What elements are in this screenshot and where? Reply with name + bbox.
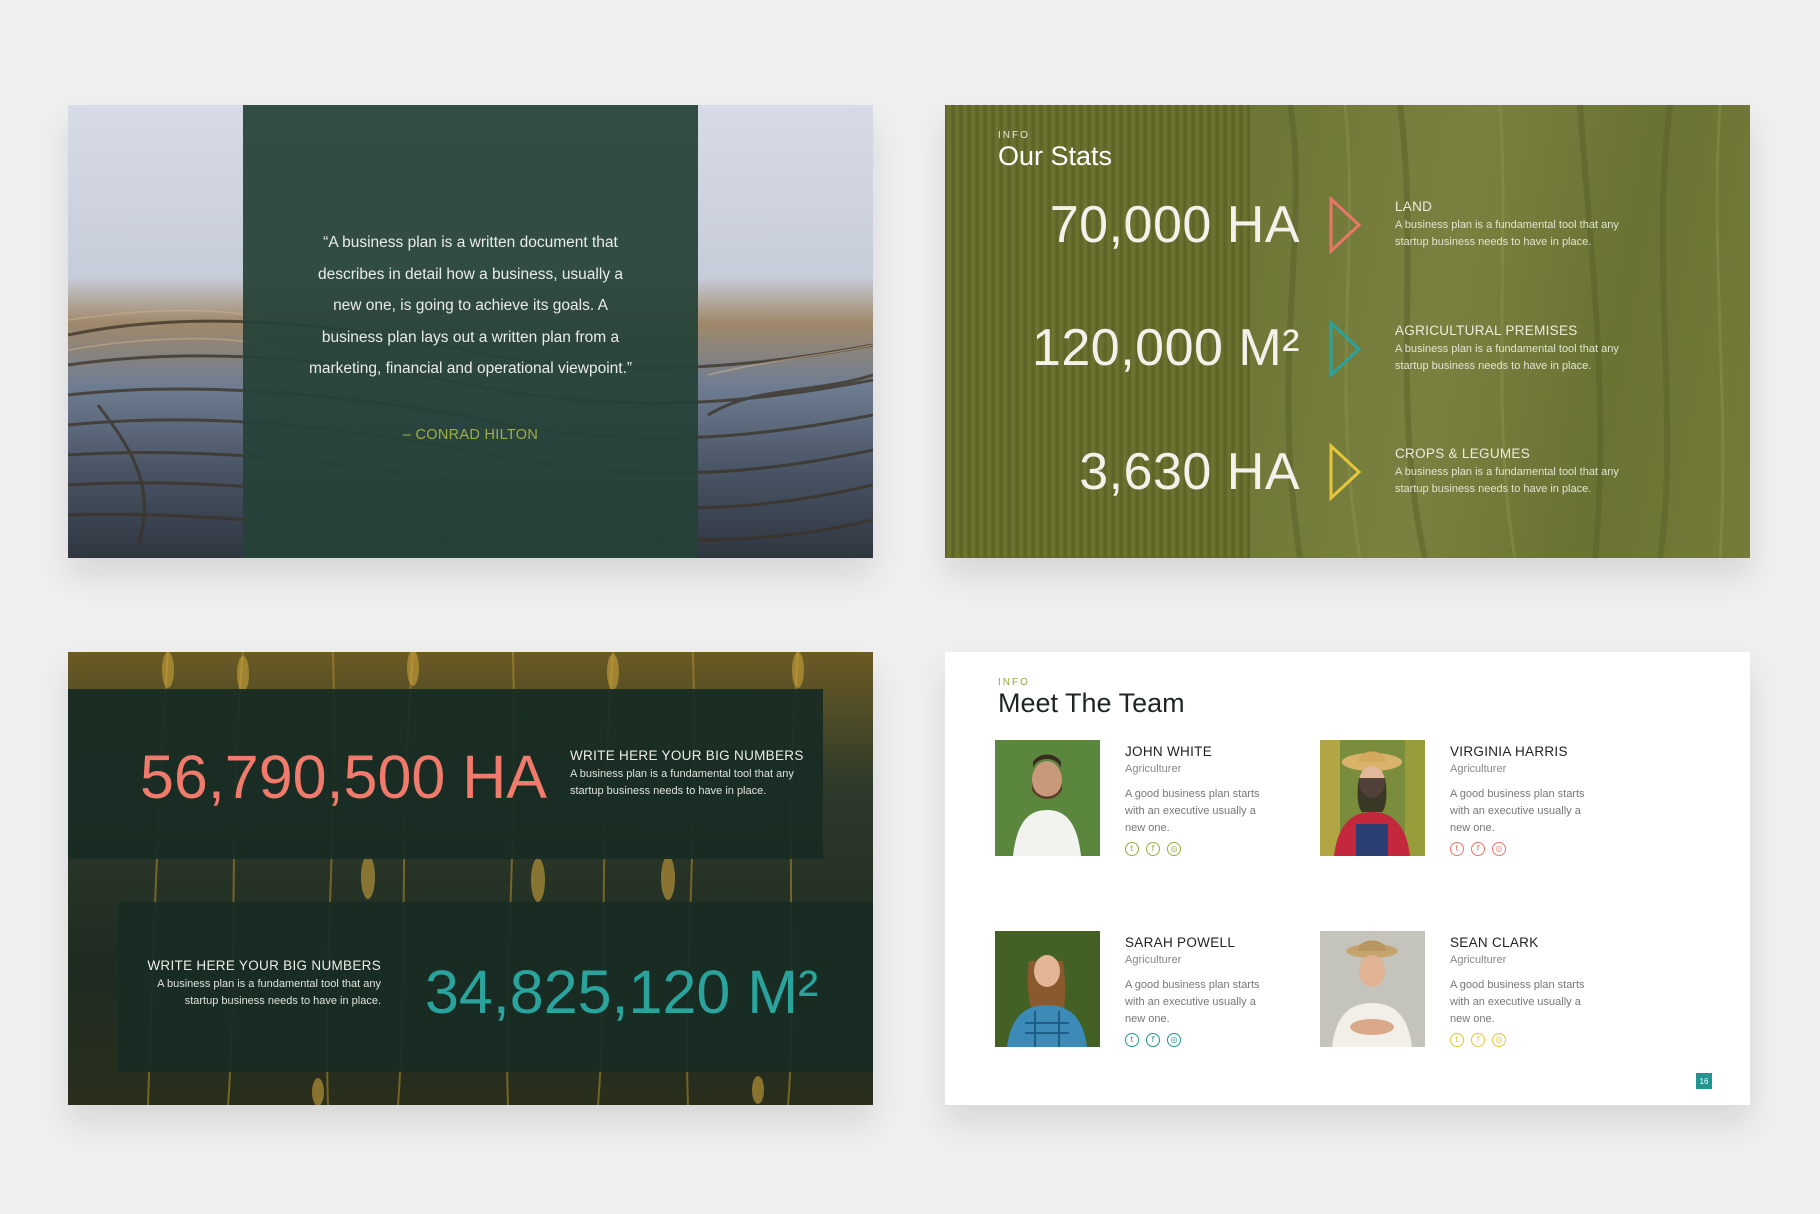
facebook-icon[interactable]: f	[1146, 1033, 1160, 1047]
team-member-name: SARAH POWELL	[1125, 935, 1236, 950]
twitter-icon[interactable]: t	[1125, 842, 1139, 856]
twitter-icon[interactable]: t	[1450, 1033, 1464, 1047]
team-member-role: Agriculturer	[1125, 954, 1182, 966]
stat-number: 120,000 M²	[1031, 319, 1300, 377]
stat-desc: A business plan is a fundamental tool th…	[1395, 219, 1619, 248]
team-member-photo	[1320, 931, 1425, 1047]
instagram-icon[interactable]: ◎	[1492, 1033, 1506, 1047]
big-number-primary: 56,790,500 HA	[140, 743, 547, 811]
team-member-photo	[1320, 740, 1425, 856]
stat-desc: A business plan is a fundamental tool th…	[1395, 343, 1619, 372]
big-numbers-slide[interactable]: 56,790,500 HA WRITE HERE YOUR BIG NUMBER…	[68, 652, 873, 1105]
social-links: t f ◎	[1125, 1033, 1181, 1047]
page-number: 16	[1696, 1073, 1712, 1089]
instagram-icon[interactable]: ◎	[1167, 1033, 1181, 1047]
quote-text: “A business plan is a written document t…	[308, 234, 633, 377]
stats-title: Our Stats	[998, 141, 1113, 171]
big-number-heading: WRITE HERE YOUR BIG NUMBERS	[570, 748, 804, 763]
instagram-icon[interactable]: ◎	[1167, 842, 1181, 856]
team-member-name: VIRGINIA HARRIS	[1450, 744, 1568, 759]
big-number-desc: A business plan is a fundamental tool th…	[570, 768, 794, 797]
facebook-icon[interactable]: f	[1471, 842, 1485, 856]
team-member-card: VIRGINIA HARRIS Agriculturer A good busi…	[1320, 740, 1640, 860]
team-member-name: SEAN CLARK	[1450, 935, 1539, 950]
team-member-desc: A good business plan starts with an exec…	[1125, 979, 1260, 1025]
team-member-card: JOHN WHITE Agriculturer A good business …	[995, 740, 1315, 860]
team-member-photo	[995, 931, 1100, 1047]
team-eyebrow: INFO	[998, 677, 1030, 688]
facebook-icon[interactable]: f	[1146, 842, 1160, 856]
stat-label: LAND	[1395, 199, 1433, 214]
stat-label: AGRICULTURAL PREMISES	[1395, 323, 1578, 338]
big-number-desc: A business plan is a fundamental tool th…	[157, 978, 381, 1007]
play-arrow-icon	[1329, 320, 1362, 378]
play-arrow-icon	[1329, 196, 1362, 254]
team-member-desc: A good business plan starts with an exec…	[1450, 979, 1585, 1025]
quote-slide[interactable]: “A business plan is a written document t…	[68, 105, 873, 558]
big-number-secondary: 34,825,120 M²	[425, 958, 819, 1026]
social-links: t f ◎	[1125, 842, 1181, 856]
stat-desc: A business plan is a fundamental tool th…	[1395, 466, 1619, 495]
team-member-photo	[995, 740, 1100, 856]
play-arrow-icon	[1329, 443, 1362, 501]
quote-panel: “A business plan is a written document t…	[243, 105, 698, 558]
social-links: t f ◎	[1450, 1033, 1506, 1047]
team-member-role: Agriculturer	[1450, 763, 1507, 775]
instagram-icon[interactable]: ◎	[1492, 842, 1506, 856]
stats-eyebrow: INFO	[998, 130, 1030, 141]
team-member-role: Agriculturer	[1125, 763, 1182, 775]
team-slide[interactable]: INFO Meet The Team JOHN WHITE Agricultur…	[945, 652, 1750, 1105]
stat-number: 70,000 HA	[1049, 196, 1300, 254]
big-number-heading: WRITE HERE YOUR BIG NUMBERS	[147, 958, 381, 973]
stats-slide[interactable]: INFO Our Stats 70,000 HA LAND A business…	[945, 105, 1750, 558]
quote-author: – CONRAD HILTON	[402, 427, 539, 443]
twitter-icon[interactable]: t	[1125, 1033, 1139, 1047]
facebook-icon[interactable]: f	[1471, 1033, 1485, 1047]
team-member-card: SARAH POWELL Agriculturer A good busines…	[995, 931, 1315, 1051]
team-member-card: SEAN CLARK Agriculturer A good business …	[1320, 931, 1640, 1051]
team-member-role: Agriculturer	[1450, 954, 1507, 966]
twitter-icon[interactable]: t	[1450, 842, 1464, 856]
team-title: Meet The Team	[998, 688, 1185, 718]
team-member-desc: A good business plan starts with an exec…	[1450, 788, 1585, 834]
stat-number: 3,630 HA	[1079, 443, 1300, 501]
social-links: t f ◎	[1450, 842, 1506, 856]
team-member-name: JOHN WHITE	[1125, 744, 1212, 759]
stat-label: CROPS & LEGUMES	[1395, 446, 1531, 461]
team-member-desc: A good business plan starts with an exec…	[1125, 788, 1260, 834]
